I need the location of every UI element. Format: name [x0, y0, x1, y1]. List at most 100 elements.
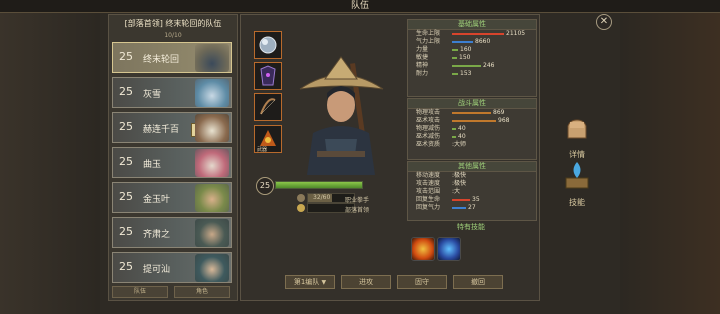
detail-tab-label: 详情: [569, 150, 585, 159]
chevron-down-icon: ▼: [321, 279, 327, 286]
formation-label: 第1编队: [293, 278, 320, 286]
stat-bar: [452, 49, 458, 51]
book-flame-icon: [565, 162, 589, 189]
stat-bar: [452, 33, 504, 35]
window-title: 队伍: [350, 1, 369, 11]
member-row[interactable]: 25 赫连千百: [112, 112, 232, 143]
hero-level: 25: [256, 177, 274, 195]
team-footer: 队伍 角色: [112, 286, 232, 298]
equip-slot-armor[interactable]: [254, 62, 282, 90]
member-row[interactable]: 25 灰雪: [112, 77, 232, 108]
stat-label: 攻击范围: [416, 188, 441, 195]
stat-value: :大师: [452, 141, 467, 148]
combat-attributes-title: 战斗属性: [408, 99, 536, 109]
exp-icon: [297, 194, 305, 202]
stat-value: 150: [459, 54, 471, 61]
other-attributes-box: 其他属性 移动速度:极快 攻击速度:极快 攻击范围:大 回复生命 35 回复气力 27: [407, 161, 537, 221]
member-name: 齐肃之: [143, 230, 171, 240]
stat-bar: [452, 73, 458, 75]
stat-row: 力量 160: [408, 46, 536, 54]
stat-bar: [452, 41, 473, 43]
member-row[interactable]: 25 齐肃之: [112, 217, 232, 248]
stat-row: 攻击范围 :大: [408, 188, 536, 196]
stat-row: 回复气力 27: [408, 204, 536, 212]
skill-tab[interactable]: 技能: [556, 160, 598, 210]
skill-water-icon[interactable]: [437, 237, 461, 261]
background-right: [620, 0, 720, 314]
team-panel: [部落首领] 终末轮回的队伍 10/10 25 终末轮回 25 灰雪 25 赫连…: [108, 14, 238, 301]
member-level: 25: [119, 50, 133, 63]
combat-attributes-box: 战斗属性 物理攻击 869 巫术攻击 968 物理减伤 40 巫术减伤 40 巫术资质 :大师: [407, 98, 537, 160]
equip-slot-weapon[interactable]: 武器: [254, 125, 282, 153]
stat-label: 敏捷: [416, 54, 429, 61]
stat-label: 巫术攻击: [416, 117, 441, 124]
member-row[interactable]: 25 曲玉: [112, 147, 232, 178]
stat-bar: [452, 57, 457, 59]
member-name: 提可汕: [143, 265, 171, 275]
stat-row: 物理减伤 40: [408, 125, 536, 133]
skill-fire-icon[interactable]: [411, 237, 435, 261]
stat-bar: [452, 65, 481, 67]
stat-value: 160: [460, 46, 472, 53]
member-portrait: [195, 114, 229, 142]
character-detail-panel: 武器 25 32/60 职业拳手 部落首领 基础属性 生命上限 21105 气力上限…: [240, 14, 540, 301]
close-button[interactable]: ✕: [596, 14, 612, 30]
team-name: [部落首领] 终末轮回的队伍: [124, 19, 222, 28]
stat-bar: [452, 207, 466, 209]
member-portrait: [195, 219, 229, 247]
member-level: 25: [119, 85, 133, 98]
top-bar: 队伍: [0, 0, 720, 13]
other-attributes-title: 其他属性: [408, 162, 536, 172]
team-tab-button[interactable]: 队伍: [112, 286, 168, 298]
hero-health-bar: [275, 181, 363, 189]
stat-label: 力量: [416, 46, 429, 53]
armor-icon: [260, 65, 276, 86]
member-portrait: [195, 79, 229, 107]
stat-bar: [452, 136, 456, 138]
stat-row: 攻击速度:极快: [408, 180, 536, 188]
stat-value: 21105: [506, 30, 526, 37]
member-level: 25: [119, 120, 133, 133]
member-row[interactable]: 25 终末轮回: [112, 42, 232, 73]
stat-value: 27: [468, 204, 476, 211]
member-portrait: [195, 149, 229, 177]
stat-label: 移动速度: [416, 172, 441, 179]
attack-button[interactable]: 进攻: [341, 275, 391, 289]
stat-row: 巫术攻击 968: [408, 117, 536, 125]
stat-label: 生命上限: [416, 30, 441, 37]
bow-icon: [260, 98, 276, 115]
equip-slot-orb[interactable]: [254, 31, 282, 59]
stat-value: 8660: [475, 38, 491, 45]
equip-slot-bow[interactable]: [254, 93, 282, 121]
defend-button[interactable]: 固守: [397, 275, 447, 289]
stat-value: 968: [498, 117, 510, 124]
member-portrait: [195, 254, 229, 282]
hero-portrait: [299, 56, 384, 175]
member-row[interactable]: 25 金玉叶: [112, 182, 232, 213]
stat-label: 回复气力: [416, 204, 441, 211]
member-portrait: [195, 44, 229, 72]
member-name: 灰雪: [143, 90, 162, 100]
stat-label: 巫术减伤: [416, 133, 441, 140]
stat-label: 攻击速度: [416, 180, 441, 187]
member-level: 25: [119, 190, 133, 203]
stat-label: 回复生命: [416, 196, 441, 203]
member-level: 25: [119, 155, 133, 168]
member-row[interactable]: 25 提可汕: [112, 252, 232, 283]
skills-title: 特有技能: [457, 223, 485, 231]
weapon-label: 武器: [257, 147, 268, 153]
stat-row: 敏捷 150: [408, 54, 536, 62]
member-name: 赫连千百: [143, 125, 180, 135]
stat-row: 耐力 153: [408, 70, 536, 78]
member-level: 25: [119, 260, 133, 273]
retreat-button[interactable]: 撤回: [453, 275, 503, 289]
stat-value: 40: [458, 125, 466, 132]
background-left: [0, 0, 100, 314]
formation-select[interactable]: 第1编队 ▼: [285, 275, 335, 289]
stat-value: :大: [452, 188, 461, 195]
detail-tab[interactable]: 详情: [556, 112, 598, 162]
stat-value: 869: [493, 109, 505, 116]
basic-attributes-title: 基础属性: [408, 20, 536, 30]
title-icon: [297, 204, 305, 212]
role-tab-button[interactable]: 角色: [174, 286, 230, 298]
